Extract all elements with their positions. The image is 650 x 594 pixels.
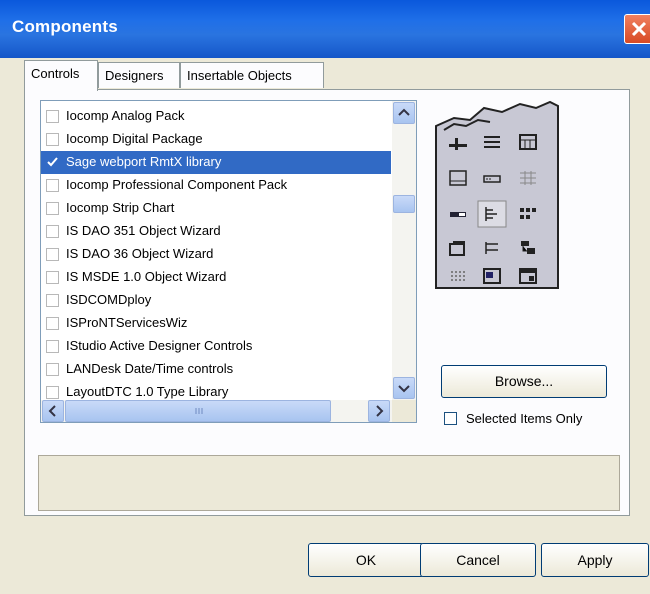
horizontal-scroll-thumb[interactable]	[65, 400, 331, 422]
list-item-label: Sage webport RmtX library	[66, 154, 222, 169]
list-item-label: IS DAO 351 Object Wizard	[66, 223, 221, 238]
item-checkbox[interactable]	[46, 294, 59, 307]
item-checkbox[interactable]	[46, 271, 59, 284]
progress-bar-icon[interactable]	[450, 212, 466, 217]
ok-button[interactable]: OK	[308, 543, 424, 577]
item-checkbox[interactable]	[46, 202, 59, 215]
list-item-label: IStudio Active Designer Controls	[66, 338, 253, 353]
list-item-label: IS DAO 36 Object Wizard	[66, 246, 214, 261]
list-item-label: Iocomp Strip Chart	[66, 200, 175, 215]
list-item[interactable]: Iocomp Analog Pack	[41, 105, 391, 128]
treeview-icon[interactable]	[477, 200, 507, 228]
item-checkbox[interactable]	[46, 225, 59, 238]
list-item[interactable]: Sage webport RmtX library	[41, 151, 391, 174]
cancel-button[interactable]: Cancel	[420, 543, 536, 577]
item-checkbox[interactable]	[46, 386, 59, 399]
horizontal-scrollbar[interactable]	[41, 400, 392, 422]
item-checkbox[interactable]	[46, 317, 59, 330]
scroll-left-button[interactable]	[42, 400, 64, 422]
chevron-right-icon	[376, 405, 384, 417]
item-checkbox[interactable]	[46, 110, 59, 123]
list-item-label: ISProNTServicesWiz	[66, 315, 188, 330]
scroll-right-button[interactable]	[368, 400, 390, 422]
item-checkbox[interactable]	[46, 179, 59, 192]
vertical-scrollbar[interactable]	[392, 101, 416, 400]
list-item[interactable]: IS DAO 36 Object Wizard	[41, 243, 391, 266]
selected-items-only-label: Selected Items Only	[466, 411, 583, 426]
list-item[interactable]: ISDCOMDploy	[41, 289, 391, 312]
window-title: Components	[12, 17, 118, 36]
tab-insertable-objects[interactable]: Insertable Objects	[180, 62, 324, 88]
tab-designers[interactable]: Designers	[98, 62, 180, 88]
tab-controls[interactable]: Controls	[24, 60, 98, 91]
list-item-label: ISDCOMDploy	[66, 292, 152, 307]
list-item[interactable]: Iocomp Professional Component Pack	[41, 174, 391, 197]
selected-items-only-checkbox[interactable]	[444, 412, 457, 425]
item-checkbox[interactable]	[46, 133, 59, 146]
chevron-up-icon	[398, 108, 410, 116]
item-checkbox[interactable]	[46, 248, 59, 261]
chevron-left-icon	[48, 405, 56, 417]
chevron-down-icon	[398, 385, 410, 393]
list-item[interactable]: Iocomp Digital Package	[41, 128, 391, 151]
item-checkbox[interactable]	[46, 363, 59, 376]
grip-icon	[195, 408, 203, 414]
list-item[interactable]: IS DAO 351 Object Wizard	[41, 220, 391, 243]
scroll-up-button[interactable]	[393, 102, 415, 124]
checkmark-icon[interactable]	[46, 155, 59, 168]
component-list[interactable]: Iocomp Analog Pack Iocomp Digital Package…	[40, 100, 417, 423]
title-bar: Components	[0, 0, 650, 58]
apply-button[interactable]: Apply	[541, 543, 649, 577]
grid-icon[interactable]	[520, 171, 536, 185]
list-item-label: LayoutDTC 1.0 Type Library	[66, 384, 229, 399]
list-item[interactable]: LANDesk Date/Time controls	[41, 358, 391, 381]
list-item-label: IS MSDE 1.0 Object Wizard	[66, 269, 227, 284]
list-item-label: Iocomp Digital Package	[66, 131, 203, 146]
scroll-thumb[interactable]	[393, 195, 415, 213]
list-item[interactable]: IS MSDE 1.0 Object Wizard	[41, 266, 391, 289]
scroll-corner	[392, 400, 416, 422]
scroll-down-button[interactable]	[393, 377, 415, 399]
list-item-label: Iocomp Analog Pack	[66, 108, 185, 123]
control-palette	[435, 100, 559, 289]
browse-button[interactable]: Browse...	[441, 365, 607, 398]
list-item-label: LANDesk Date/Time controls	[66, 361, 234, 376]
item-checkbox[interactable]	[46, 340, 59, 353]
component-description-box	[38, 455, 620, 511]
list-item[interactable]: ISProNTServicesWiz	[41, 312, 391, 335]
list-item[interactable]: IStudio Active Designer Controls	[41, 335, 391, 358]
list-item[interactable]: Iocomp Strip Chart	[41, 197, 391, 220]
list-item-label: Iocomp Professional Component Pack	[66, 177, 288, 192]
close-button[interactable]	[624, 14, 650, 44]
close-icon	[631, 21, 647, 37]
